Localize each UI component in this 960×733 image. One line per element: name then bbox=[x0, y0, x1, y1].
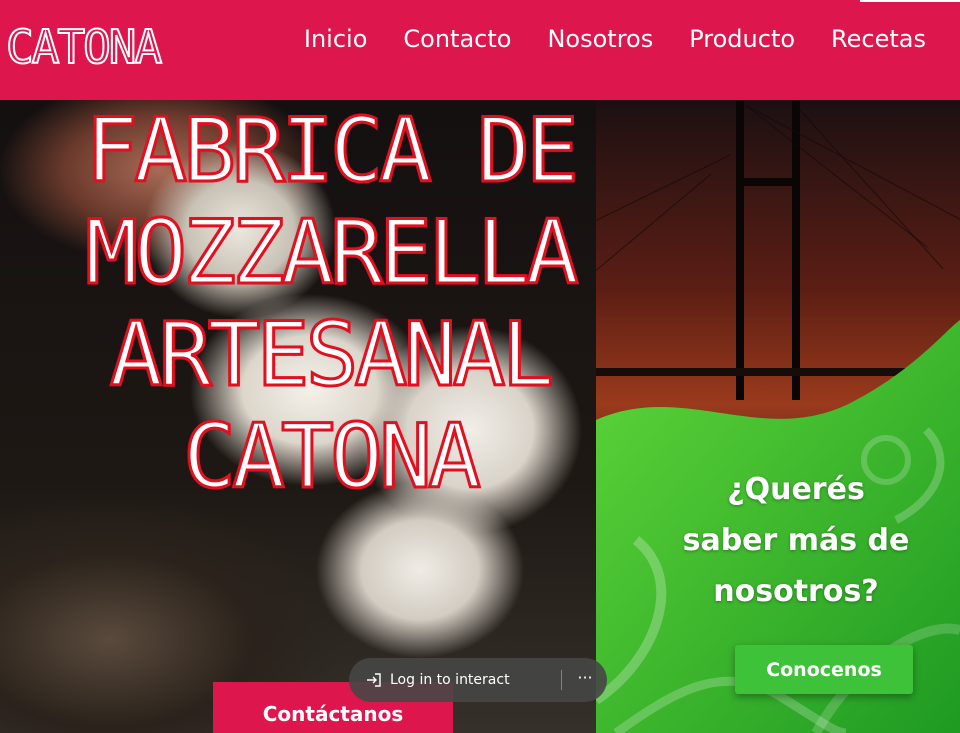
main-nav: Inicio Contacto Nosotros Producto Receta… bbox=[304, 22, 926, 56]
side-question-line: saber más de bbox=[682, 523, 910, 558]
hero-title-line: FABRICA DE bbox=[84, 100, 581, 203]
green-wave-panel bbox=[596, 320, 960, 733]
hero-mozzarella-image: FABRICA DE MOZZARELLA ARTESANAL CATONA bbox=[0, 100, 596, 733]
hero-title-line: CATONA bbox=[182, 404, 483, 509]
nav-contacto[interactable]: Contacto bbox=[403, 22, 511, 56]
site-header: CATONA Inicio Contacto Nosotros Producto… bbox=[0, 0, 960, 100]
login-label[interactable]: Log in to interact bbox=[390, 672, 510, 688]
hero-bridge-image: ¿Querés saber más de nosotros? Conocenos bbox=[596, 100, 960, 733]
site-logo[interactable]: CATONA bbox=[5, 18, 163, 76]
conocenos-button[interactable]: Conocenos bbox=[735, 645, 913, 694]
side-question-line: ¿Querés bbox=[727, 472, 865, 507]
login-to-interact-pill[interactable]: Log in to interact ··· bbox=[349, 658, 607, 702]
more-options-icon[interactable]: ··· bbox=[573, 666, 597, 694]
nav-nosotros[interactable]: Nosotros bbox=[547, 22, 653, 56]
hero-title: FABRICA DE MOZZARELLA ARTESANAL CATONA bbox=[60, 100, 596, 509]
hero-title-line: MOZZARELLA bbox=[84, 200, 581, 305]
login-icon bbox=[364, 670, 384, 690]
nav-recetas[interactable]: Recetas bbox=[831, 22, 926, 56]
nav-inicio[interactable]: Inicio bbox=[304, 22, 368, 56]
header-top-line bbox=[860, 0, 960, 2]
side-question: ¿Querés saber más de nosotros? bbox=[636, 464, 956, 617]
hero-title-line: ARTESANAL bbox=[108, 302, 556, 407]
side-question-line: nosotros? bbox=[713, 574, 879, 609]
nav-producto[interactable]: Producto bbox=[689, 22, 795, 56]
pill-divider bbox=[561, 670, 562, 690]
